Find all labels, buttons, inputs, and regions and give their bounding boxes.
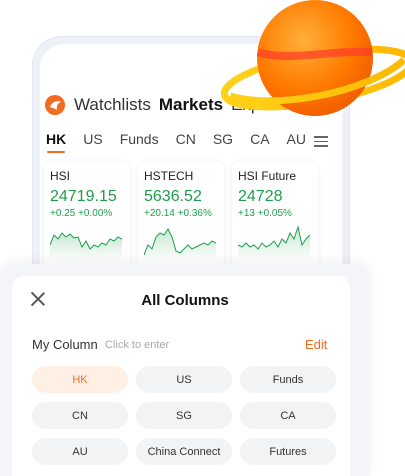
tab-sg[interactable]: SG [213,131,233,147]
chip-sg[interactable]: SG [136,402,232,429]
chip-au[interactable]: AU [32,438,128,465]
sparkline-chart [238,225,310,261]
index-name: HSTECH [144,169,194,183]
my-column-hint[interactable]: Click to enter [105,339,169,351]
sparkline-chart [144,228,216,261]
tab-au[interactable]: AU [287,131,306,147]
chip-china-connect[interactable]: China Connect [136,438,232,465]
sparkline-chart [50,232,122,261]
index-card-hsi-future[interactable]: HSI Future 24728 +13 +0.05% [232,161,318,271]
tab-hk[interactable]: HK [46,131,66,153]
app-logo-icon [45,95,65,115]
chip-funds[interactable]: Funds [240,366,336,393]
chip-cn[interactable]: CN [32,402,128,429]
my-column-label: My Column [32,337,98,352]
index-cards: HSI 24719.15 +0.25 +0.00% HSTECH 5636.52… [44,161,318,271]
index-name: HSI [50,169,71,183]
index-price: 24719.15 [50,188,117,205]
planet-decoration-icon [220,0,405,116]
index-change: +0.25 +0.00% [50,208,113,219]
index-change: +20.14 +0.36% [144,208,212,219]
sheet-title: All Columns [141,292,229,309]
tab-funds[interactable]: Funds [120,131,159,147]
market-tabs: HK US Funds CN SG CA AU [46,131,336,153]
index-price: 5636.52 [144,188,202,205]
index-price: 24728 [238,188,283,205]
chip-futures[interactable]: Futures [240,438,336,465]
tab-cn[interactable]: CN [176,131,196,147]
menu-icon[interactable] [314,133,328,150]
nav-markets[interactable]: Markets [159,95,223,115]
index-change: +13 +0.05% [238,208,292,219]
column-chip-grid: HK US Funds CN SG CA AU China Connect Fu… [32,366,338,465]
tab-us[interactable]: US [83,131,102,147]
index-card-hstech[interactable]: HSTECH 5636.52 +20.14 +0.36% [138,161,224,271]
tab-ca[interactable]: CA [250,131,269,147]
edit-button[interactable]: Edit [305,337,327,352]
index-card-hsi[interactable]: HSI 24719.15 +0.25 +0.00% [44,161,130,271]
chip-ca[interactable]: CA [240,402,336,429]
index-name: HSI Future [238,169,297,183]
chip-hk[interactable]: HK [32,366,128,393]
chip-us[interactable]: US [136,366,232,393]
nav-watchlists[interactable]: Watchlists [74,95,151,115]
